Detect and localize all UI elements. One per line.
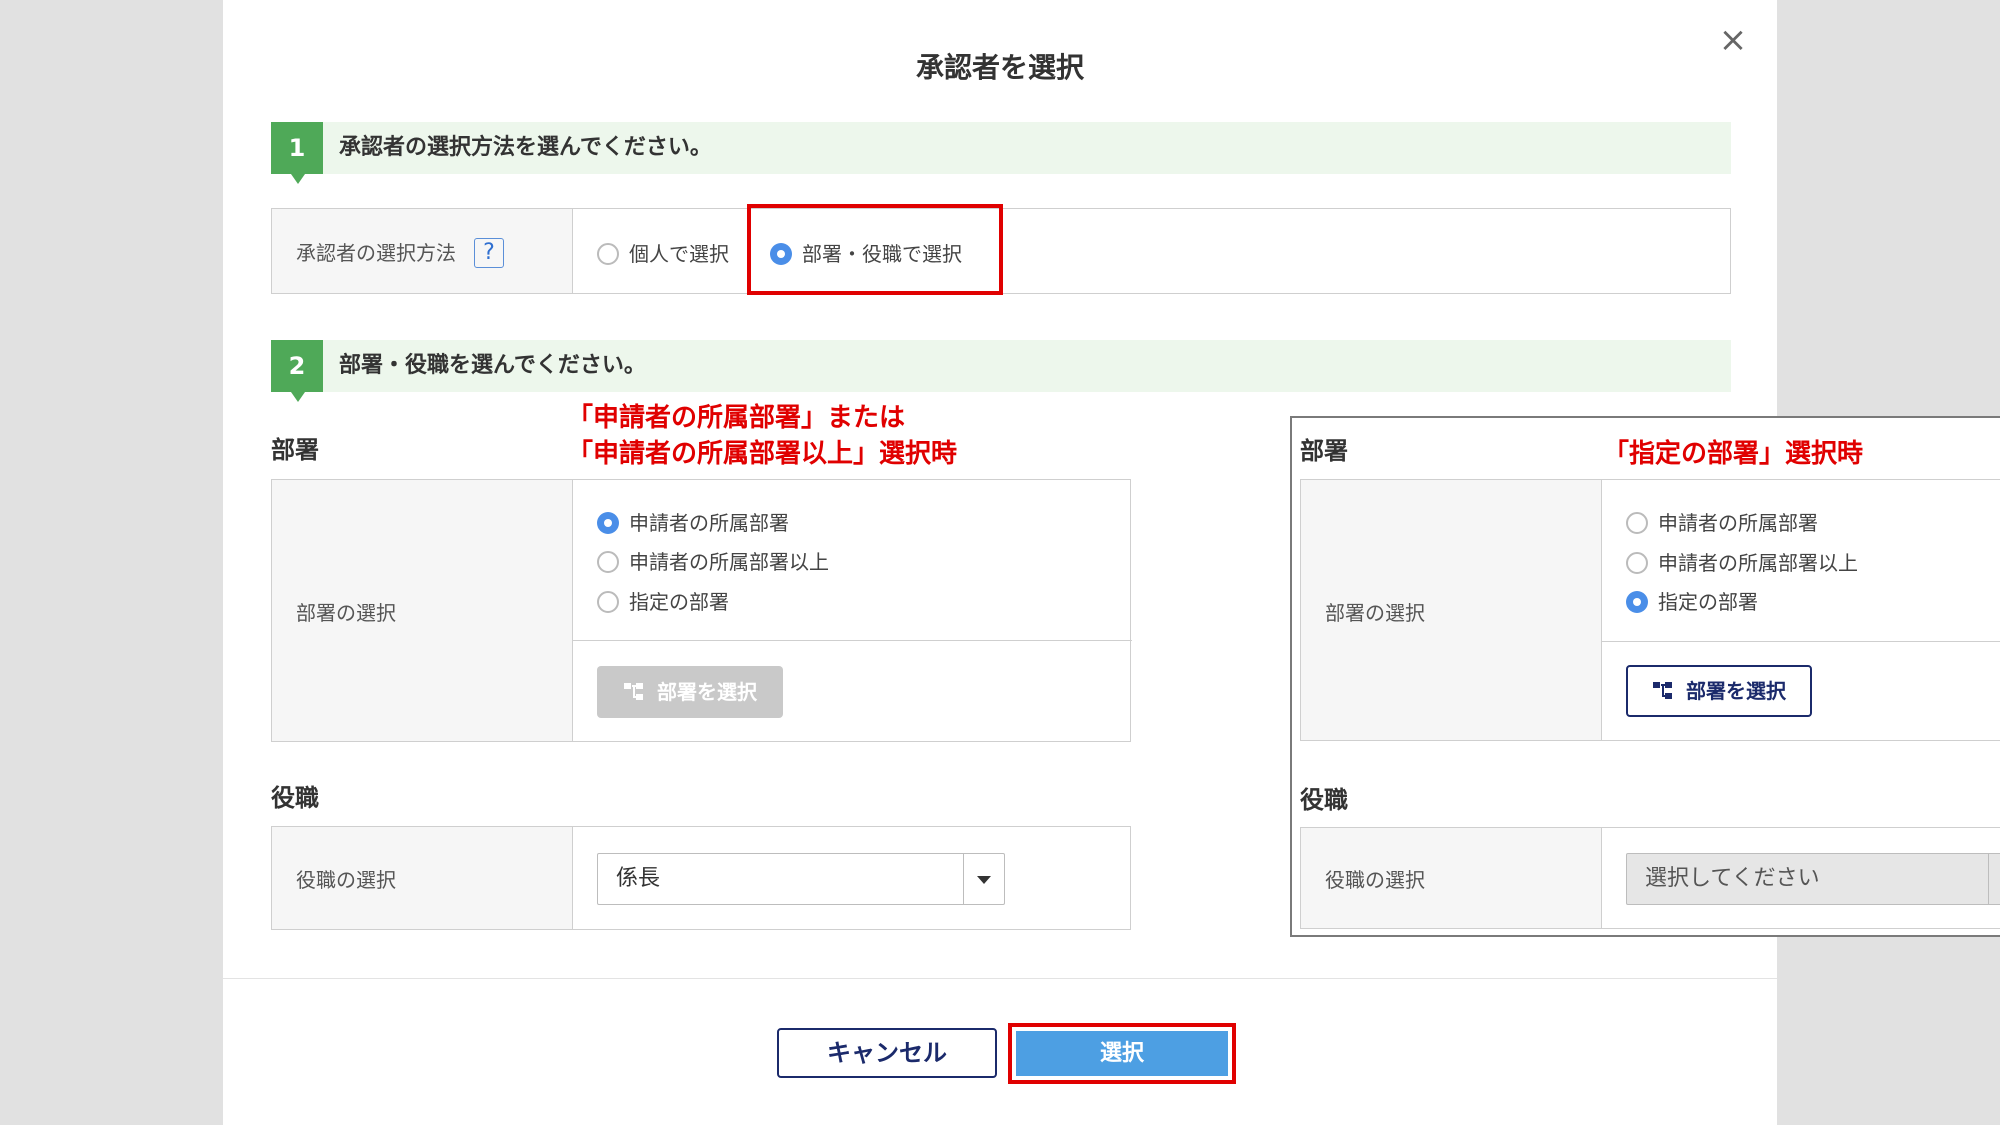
radio-icon — [597, 550, 619, 573]
department-label-cell: 部署の選択 — [272, 480, 573, 741]
left-annotation-line1: 「申請者の所属部署」または — [567, 403, 906, 433]
position-select-placeholder: 選択してください — [1645, 866, 1820, 891]
select-department-button-label: 部署を選択 — [1686, 679, 1786, 703]
radio-individual[interactable]: 個人で選択 — [597, 238, 729, 267]
position-select-value: 係長 — [616, 866, 661, 891]
radio-own-department-above[interactable]: 申請者の所属部署以上 — [597, 546, 829, 575]
radio-own-department-above[interactable]: 申請者の所属部署以上 — [1626, 547, 1858, 576]
radio-icon — [597, 590, 619, 613]
position-row-label: 役職の選択 — [296, 868, 396, 892]
position-table-right: 役職の選択 選択してください — [1300, 827, 2000, 929]
radio-specified-department-label: 指定の部署 — [629, 590, 729, 614]
org-tree-icon — [1653, 681, 1672, 699]
department-row-label: 部署の選択 — [296, 601, 396, 625]
left-annotation-line2: 「申請者の所属部署以上」選択時 — [567, 439, 958, 469]
department-label-cell: 部署の選択 — [1301, 480, 1602, 740]
radio-own-department-label: 申請者の所属部署 — [629, 511, 789, 535]
dropdown-arrow-icon — [963, 854, 1004, 904]
position-label-cell: 役職の選択 — [1301, 828, 1602, 928]
approver-select-dialog: 承認者を選択 × 1 承認者の選択方法を選んでください。 承認者の選択方法? 個… — [223, 0, 2000, 1125]
dropdown-arrow-icon — [1988, 854, 2000, 904]
left-annotation: 「申請者の所属部署」または 「申請者の所属部署以上」選択時 — [567, 400, 957, 472]
position-row-label: 役職の選択 — [1325, 868, 1425, 892]
help-icon[interactable]: ? — [474, 237, 504, 268]
select-department-button-label: 部署を選択 — [657, 680, 757, 704]
select-button[interactable]: 選択 — [1016, 1031, 1228, 1076]
radio-selected-icon — [597, 511, 619, 534]
radio-own-department-above-label: 申請者の所属部署以上 — [629, 550, 829, 574]
highlight-box — [747, 204, 1003, 295]
step2-text: 部署・役職を選んでください。 — [339, 353, 646, 378]
radio-own-department-label: 申請者の所属部署 — [1658, 511, 1818, 535]
radio-icon — [1626, 511, 1648, 534]
close-icon[interactable]: × — [1715, 22, 1751, 58]
step1-header: 1 承認者の選択方法を選んでください。 — [271, 122, 1731, 184]
radio-own-department[interactable]: 申請者の所属部署 — [597, 507, 789, 536]
position-heading: 役職 — [1300, 786, 1348, 814]
row-divider — [572, 640, 1132, 641]
step2-number: 2 — [271, 340, 323, 402]
footer-divider — [223, 978, 1777, 979]
radio-icon — [597, 242, 619, 265]
dialog-title: 承認者を選択 — [915, 51, 1084, 84]
radio-specified-department[interactable]: 指定の部署 — [597, 586, 729, 615]
radio-own-department-above-label: 申請者の所属部署以上 — [1658, 551, 1858, 575]
row-divider — [1601, 641, 2000, 642]
radio-own-department[interactable]: 申請者の所属部署 — [1626, 507, 1818, 536]
position-table: 役職の選択 係長 — [271, 826, 1131, 930]
position-select-disabled[interactable]: 選択してください — [1626, 853, 2000, 905]
radio-selected-icon — [1626, 590, 1648, 613]
department-table: 部署の選択 申請者の所属部署 申請者の所属部署以上 指定の部署 部署を選択 — [271, 479, 1132, 742]
right-annotation: 「指定の部署」選択時 — [1603, 439, 1864, 469]
department-row-label: 部署の選択 — [1325, 601, 1425, 625]
position-label-cell: 役職の選択 — [272, 827, 573, 929]
step1-text: 承認者の選択方法を選んでください。 — [339, 135, 712, 160]
radio-individual-label: 個人で選択 — [629, 242, 729, 266]
department-table-right: 部署の選択 申請者の所属部署 申請者の所属部署以上 指定の部署 部署を選択 — [1300, 479, 2000, 741]
selection-method-label: 承認者の選択方法 — [296, 241, 456, 265]
position-heading: 役職 — [271, 784, 319, 812]
org-tree-icon — [624, 682, 643, 700]
specified-department-panel: 部署 「指定の部署」選択時 部署の選択 申請者の所属部署 申請者の所属部署以上 … — [1290, 416, 2000, 937]
department-heading: 部署 — [271, 436, 319, 464]
radio-specified-department-label: 指定の部署 — [1658, 590, 1758, 614]
select-department-button[interactable]: 部署を選択 — [1626, 665, 1812, 717]
radio-icon — [1626, 551, 1648, 574]
department-heading: 部署 — [1300, 437, 1348, 465]
select-department-button-disabled[interactable]: 部署を選択 — [597, 666, 783, 718]
cancel-button[interactable]: キャンセル — [777, 1028, 997, 1078]
step2-header: 2 部署・役職を選んでください。 — [271, 340, 1731, 402]
position-select[interactable]: 係長 — [597, 853, 1005, 905]
radio-specified-department[interactable]: 指定の部署 — [1626, 586, 1758, 615]
selection-method-label-cell: 承認者の選択方法? — [272, 209, 573, 293]
step1-number: 1 — [271, 122, 323, 184]
